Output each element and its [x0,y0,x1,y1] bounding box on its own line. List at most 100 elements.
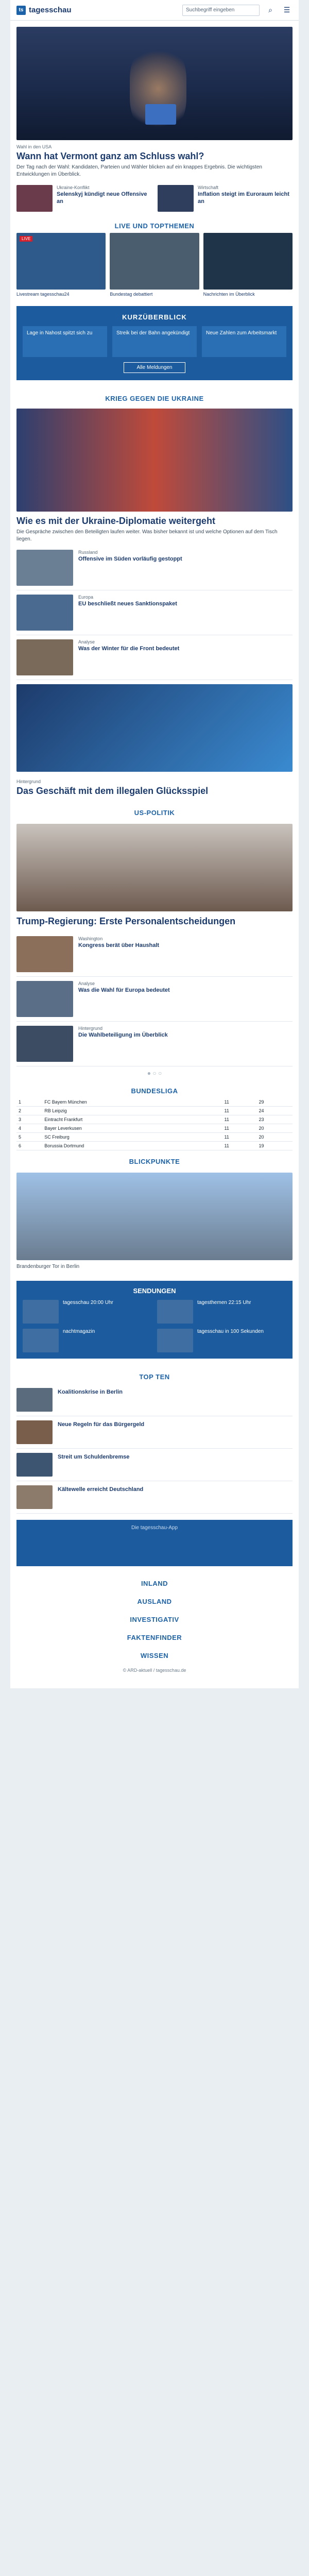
section-investigativ: INVESTIGATIV [130,1615,179,1623]
points: 20 [256,1124,293,1133]
list-title[interactable]: Was die Wahl für Europa bedeutet [78,987,170,994]
sendungen-panel: SENDUNGEN tagesschau 20:00 Uhr tagesthem… [16,1280,293,1359]
video-strip: LIVE [10,233,299,290]
broadcast-title[interactable]: tagesschau 20:00 Uhr [63,1300,113,1324]
team[interactable]: Eintracht Frankfurt [42,1115,222,1124]
video-caption[interactable]: Nachrichten im Überblick [203,292,293,297]
list-title[interactable]: Neue Regeln für das Bürgergeld [58,1421,144,1444]
list-item[interactable]: Analyse Was der Winter für die Front bed… [16,635,293,680]
section-topten: TOP TEN [139,1372,170,1381]
teaser-card[interactable]: Ukraine-Konflikt Selenskyj kündigt neue … [16,185,151,212]
hero[interactable]: Wahl in den USA Wann hat Vermont ganz am… [10,21,299,182]
video-caption[interactable]: Bundestag debattiert [110,292,199,297]
table-row: 5 SC Freiburg 11 20 [16,1132,293,1142]
rank: 1 [16,1098,43,1107]
brief-item[interactable]: Lage in Nahost spitzt sich zu [23,326,107,357]
table-row: 1 FC Bayern München 11 29 [16,1098,293,1107]
list-item[interactable]: Europa EU beschließt neues Sanktionspake… [16,590,293,635]
logo[interactable]: ts tagesschau [16,5,72,15]
gambling-topline: Hintergrund [16,779,41,784]
video-caption[interactable]: Livestream tagesschau24 [16,292,106,297]
list-title[interactable]: Kongress berät über Haushalt [78,942,159,950]
blickpunkte-image[interactable] [16,1173,293,1260]
card-topline: Ukraine-Konflikt [57,185,90,190]
brief-item[interactable]: Neue Zahlen zum Arbeitsmarkt [202,326,286,357]
broadcast-item[interactable]: tagesschau 20:00 Uhr [23,1299,152,1324]
krieg-lead[interactable]: Wie es mit der Ukraine-Diplomatie weiter… [10,405,299,546]
team[interactable]: RB Leipzig [42,1106,222,1115]
broadcast-title[interactable]: nachtmagazin [63,1329,95,1352]
list-thumbnail [16,936,73,972]
us-lead-image[interactable] [16,824,293,911]
krieg-lead-image[interactable] [16,409,293,512]
section-faktenfinder: FAKTENFINDER [127,1633,182,1641]
carousel-dots[interactable]: ● ○ ○ [10,1066,299,1080]
list-title[interactable]: Streit um Schuldenbremse [58,1454,129,1477]
hero-image[interactable] [16,27,293,140]
gambling-headline[interactable]: Das Geschäft mit dem illegalen Glücksspi… [16,786,293,796]
video-tile[interactable] [203,233,293,290]
list-item[interactable]: Washington Kongress berät über Haushalt [16,932,293,977]
us-list: Washington Kongress berät über Haushalt … [10,932,299,1066]
broadcast-title[interactable]: tagesschau in 100 Sekunden [197,1329,264,1352]
video-tile[interactable] [110,233,199,290]
list-item[interactable]: Russland Offensive im Süden vorläufig ge… [16,546,293,590]
list-item[interactable]: Kältewelle erreicht Deutschland [16,1481,293,1514]
list-item[interactable]: Hintergrund Die Wahlbeteiligung im Überb… [16,1022,293,1066]
team[interactable]: Bayer Leverkusen [42,1124,222,1133]
us-headline[interactable]: Trump-Regierung: Erste Personalentscheid… [16,916,293,927]
teaser-card[interactable]: Wirtschaft Inflation steigt im Euroraum … [158,185,293,212]
list-topline: Analyse [78,981,95,986]
list-thumbnail [16,639,73,675]
list-item[interactable]: Koalitionskrise in Berlin [16,1384,293,1416]
list-thumbnail [16,1452,53,1477]
section-us: US-POLITIK [134,809,175,817]
section-ausland: AUSLAND [137,1597,172,1605]
section-inland: INLAND [141,1579,168,1587]
team[interactable]: FC Bayern München [42,1098,222,1107]
card-topline: Wirtschaft [198,185,219,190]
list-thumbnail [16,1387,53,1412]
live-badge: LIVE [20,236,33,242]
gambling-image[interactable] [16,684,293,772]
list-item[interactable]: Neue Regeln für das Bürgergeld [16,1416,293,1449]
team[interactable]: Borussia Dortmund [42,1141,222,1150]
card-title[interactable]: Inflation steigt im Euroraum leicht an [198,191,293,206]
list-title[interactable]: Koalitionskrise in Berlin [58,1389,123,1412]
broadcast-item[interactable]: tagesschau in 100 Sekunden [157,1328,286,1352]
top-cards: Ukraine-Konflikt Selenskyj kündigt neue … [10,182,299,215]
points: 20 [256,1132,293,1142]
list-topline: Russland [78,550,98,555]
video-tile[interactable]: LIVE [16,233,106,290]
hero-headline[interactable]: Wann hat Vermont ganz am Schluss wahl? [16,151,293,162]
team[interactable]: SC Freiburg [42,1132,222,1142]
list-item[interactable]: Streit um Schuldenbremse [16,1449,293,1481]
all-news-button[interactable]: Alle Meldungen [124,362,185,373]
list-item[interactable]: Analyse Was die Wahl für Europa bedeutet [16,977,293,1022]
section-bundesliga: BUNDESLIGA [131,1087,178,1095]
card-title[interactable]: Selenskyj kündigt neue Offensive an [57,191,151,206]
broadcast-item[interactable]: tagesthemen 22:15 Uhr [157,1299,286,1324]
search-input[interactable]: Suchbegriff eingeben [182,4,260,16]
brief-item[interactable]: Streik bei der Bahn angekündigt [112,326,197,357]
broadcast-thumbnail [23,1328,59,1352]
card-thumbnail [16,185,53,212]
table-row: 6 Borussia Dortmund 11 19 [16,1141,293,1150]
menu-icon[interactable]: ☰ [281,5,293,16]
krieg-headline[interactable]: Wie es mit der Ukraine-Diplomatie weiter… [16,516,293,527]
us-lead[interactable]: Trump-Regierung: Erste Personalentscheid… [10,911,299,932]
list-title[interactable]: Was der Winter für die Front bedeutet [78,646,179,653]
topten-list: Koalitionskrise in Berlin Neue Regeln fü… [10,1384,299,1514]
blickpunkte-caption: Brandenburger Tor in Berlin [16,1264,80,1269]
app-promo[interactable]: Die tagesschau-App [16,1519,293,1566]
gambling-teaser[interactable]: Hintergrund Das Geschäft mit dem illegal… [10,772,299,802]
list-thumbnail [16,595,73,631]
search-icon[interactable]: ⌕ [265,5,276,16]
games: 11 [222,1106,257,1115]
list-title[interactable]: EU beschließt neues Sanktionspaket [78,601,177,608]
list-title[interactable]: Offensive im Süden vorläufig gestoppt [78,556,182,563]
broadcast-item[interactable]: nachtmagazin [23,1328,152,1352]
list-title[interactable]: Die Wahlbeteiligung im Überblick [78,1032,168,1039]
broadcast-title[interactable]: tagesthemen 22:15 Uhr [197,1300,251,1324]
list-title[interactable]: Kältewelle erreicht Deutschland [58,1486,143,1509]
